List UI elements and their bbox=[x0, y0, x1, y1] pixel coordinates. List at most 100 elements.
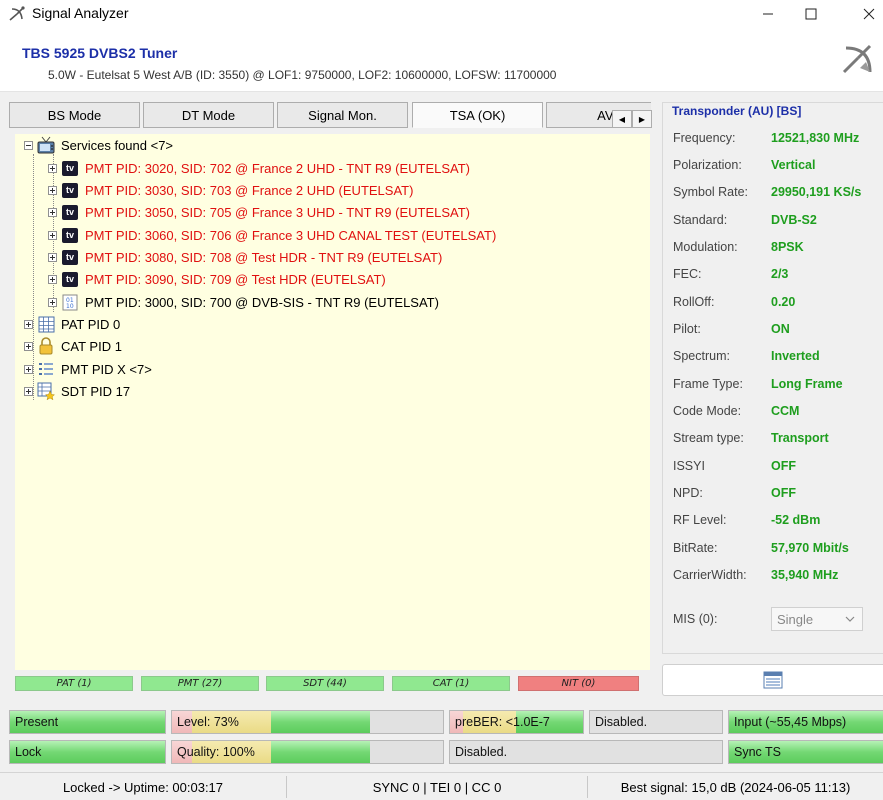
param-value: Transport bbox=[771, 431, 829, 445]
param-label: BitRate: bbox=[673, 541, 718, 555]
tv-icon: tv bbox=[61, 181, 79, 199]
satellite-info: 5.0W - Eutelsat 5 West A/B (ID: 3550) @ … bbox=[48, 68, 557, 82]
tree-node-service[interactable]: 01 10 PMT PID: 3000, SID: 700 @ DVB-SIS -… bbox=[48, 292, 439, 312]
param-label: NPD: bbox=[673, 486, 703, 500]
expand-icon[interactable] bbox=[48, 274, 57, 284]
expand-icon[interactable] bbox=[48, 185, 57, 195]
svg-text:10: 10 bbox=[66, 303, 74, 310]
disabled-indicator-2: Disabled. bbox=[449, 740, 723, 764]
expand-icon[interactable] bbox=[48, 252, 57, 262]
pid-status-sdt: SDT (44) bbox=[266, 676, 384, 691]
quality-indicator: Quality: 100% bbox=[171, 740, 444, 764]
tree-node-service[interactable]: tv PMT PID: 3050, SID: 705 @ France 3 UH… bbox=[48, 202, 470, 222]
param-value: CCM bbox=[771, 404, 800, 418]
tree-node-service[interactable]: tv PMT PID: 3060, SID: 706 @ France 3 UH… bbox=[48, 225, 496, 245]
mode-tabs: BS Mode DT Mode Signal Mon. TSA (OK) AV … bbox=[9, 102, 651, 128]
param-value: 57,970 Mbit/s bbox=[771, 541, 849, 555]
param-value: 35,940 MHz bbox=[771, 568, 839, 582]
service-label: PMT PID: 3000, SID: 700 @ DVB-SIS - TNT … bbox=[85, 294, 439, 310]
level-label: Level: 73% bbox=[177, 715, 239, 729]
disabled-label: Disabled. bbox=[595, 715, 648, 729]
mis-select[interactable]: Single bbox=[771, 607, 863, 631]
satellite-logo-icon bbox=[842, 44, 872, 74]
lock-indicator: Lock bbox=[9, 740, 166, 764]
param-value: -52 dBm bbox=[771, 513, 821, 527]
param-value: DVB-S2 bbox=[771, 213, 817, 227]
sync-ts-indicator: Sync TS bbox=[728, 740, 883, 764]
preber-label: preBER: <1.0E-7 bbox=[455, 715, 550, 729]
param-label: Frequency: bbox=[673, 131, 736, 145]
lock-icon bbox=[37, 337, 55, 355]
tree-node-pat[interactable]: PAT PID 0 bbox=[24, 314, 120, 334]
tree-node-services-found[interactable]: Services found <7> bbox=[24, 135, 173, 155]
param-value: ON bbox=[771, 322, 790, 336]
star-table-icon bbox=[37, 382, 55, 400]
window-title: Signal Analyzer bbox=[32, 5, 129, 21]
tab-bs-mode[interactable]: BS Mode bbox=[9, 102, 140, 128]
tree-node-label: PAT PID 0 bbox=[61, 316, 121, 332]
disabled-label: Disabled. bbox=[455, 745, 508, 759]
tree-node-service[interactable]: tv PMT PID: 3090, SID: 709 @ Test HDR (E… bbox=[48, 269, 386, 289]
param-value: OFF bbox=[771, 486, 796, 500]
param-value: 0.20 bbox=[771, 295, 796, 309]
services-tree[interactable]: Services found <7> tv PMT PID: 3020, SID… bbox=[15, 134, 650, 670]
close-button[interactable] bbox=[846, 0, 883, 28]
param-label: RollOff: bbox=[673, 295, 715, 309]
input-rate-label: Input (~55,45 Mbps) bbox=[734, 715, 847, 729]
param-label: Symbol Rate: bbox=[673, 185, 749, 199]
tab-tsa[interactable]: TSA (OK) bbox=[412, 102, 543, 128]
param-value: 12521,830 MHz bbox=[771, 131, 860, 145]
tree-node-service[interactable]: tv PMT PID: 3030, SID: 703 @ France 2 UH… bbox=[48, 180, 413, 200]
tab-scroll-buttons: ◀ ▶ bbox=[612, 110, 652, 128]
param-value: 8PSK bbox=[771, 240, 804, 254]
maximize-button[interactable] bbox=[788, 0, 834, 28]
param-label: Frame Type: bbox=[673, 377, 743, 391]
service-label: PMT PID: 3030, SID: 703 @ France 2 UHD (… bbox=[85, 182, 414, 198]
details-button[interactable] bbox=[662, 664, 883, 696]
tree-node-label: CAT PID 1 bbox=[61, 338, 122, 354]
expand-icon[interactable] bbox=[48, 163, 57, 173]
tree-node-pmt[interactable]: PMT PID X <7> bbox=[24, 359, 152, 379]
expand-icon[interactable] bbox=[24, 341, 33, 351]
tree-node-service[interactable]: tv PMT PID: 3080, SID: 708 @ Test HDR - … bbox=[48, 247, 442, 267]
expand-icon[interactable] bbox=[24, 319, 33, 329]
param-label: Standard: bbox=[673, 213, 728, 227]
service-label: PMT PID: 3050, SID: 705 @ France 3 UHD -… bbox=[85, 204, 471, 220]
minimize-button[interactable] bbox=[745, 0, 791, 28]
title-bar: Signal Analyzer bbox=[0, 0, 883, 28]
mis-select-value: Single bbox=[777, 611, 814, 627]
expand-icon[interactable] bbox=[48, 230, 57, 240]
param-label: Spectrum: bbox=[673, 349, 730, 363]
param-value: 2/3 bbox=[771, 267, 789, 281]
collapse-icon[interactable] bbox=[24, 140, 33, 150]
tv-icon: tv bbox=[61, 270, 79, 288]
device-name: TBS 5925 DVBS2 Tuner bbox=[22, 45, 178, 61]
triangle-left-icon: ◀ bbox=[618, 114, 626, 124]
tab-scroll-left-button[interactable]: ◀ bbox=[612, 110, 632, 128]
preber-indicator: preBER: <1.0E-7 bbox=[449, 710, 584, 734]
best-signal-status: Best signal: 15,0 dB (2024-06-05 11:13) bbox=[620, 779, 851, 795]
expand-icon[interactable] bbox=[24, 386, 33, 396]
device-header: TBS 5925 DVBS2 Tuner 5.0W - Eutelsat 5 W… bbox=[0, 28, 883, 92]
param-label: Code Mode: bbox=[673, 404, 742, 418]
uptime-status: Locked -> Uptime: 00:03:17 bbox=[62, 779, 224, 795]
mis-label: MIS (0): bbox=[673, 612, 718, 626]
tree-node-service[interactable]: tv PMT PID: 3020, SID: 702 @ France 2 UH… bbox=[48, 158, 470, 178]
expand-icon[interactable] bbox=[24, 364, 33, 374]
expand-icon[interactable] bbox=[48, 207, 57, 217]
param-label: ISSYI bbox=[673, 459, 705, 473]
tab-scroll-right-button[interactable]: ▶ bbox=[632, 110, 652, 128]
tab-signal-mon[interactable]: Signal Mon. bbox=[277, 102, 408, 128]
tab-dt-mode[interactable]: DT Mode bbox=[143, 102, 274, 128]
param-label: Stream type: bbox=[673, 431, 744, 445]
minimize-icon bbox=[763, 13, 773, 15]
param-value: Long Frame bbox=[771, 377, 843, 391]
tree-node-sdt[interactable]: SDT PID 17 bbox=[24, 381, 130, 401]
param-label: CarrierWidth: bbox=[673, 568, 747, 582]
expand-icon[interactable] bbox=[48, 297, 57, 307]
chevron-down-icon bbox=[845, 616, 855, 622]
input-rate-indicator: Input (~55,45 Mbps) bbox=[728, 710, 883, 734]
tree-node-cat[interactable]: CAT PID 1 bbox=[24, 336, 122, 356]
transponder-panel: Transponder (AU) [BS] Frequency: 12521,83… bbox=[662, 102, 883, 654]
transponder-title: Transponder (AU) [BS] bbox=[672, 104, 802, 118]
